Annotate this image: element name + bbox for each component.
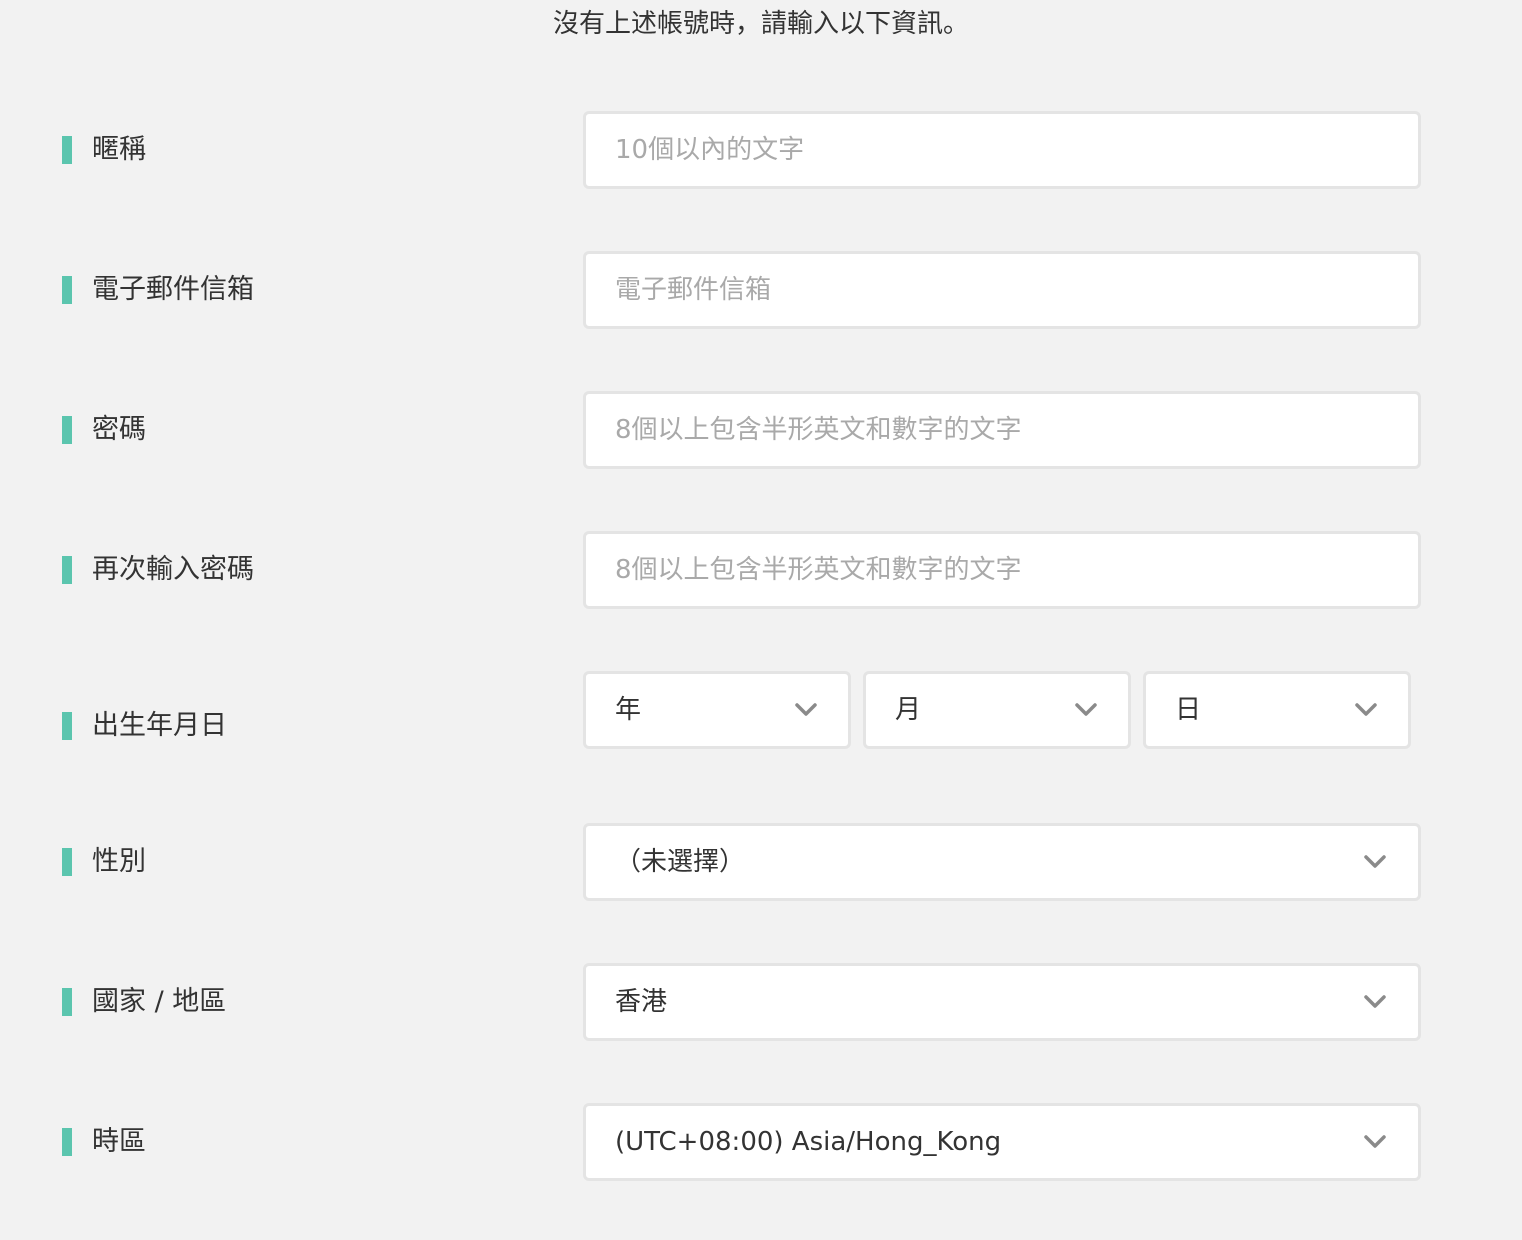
timezone-label: 時區 — [62, 1128, 146, 1156]
chevron-down-icon — [1354, 698, 1378, 722]
password-confirm-field-wrapper — [583, 531, 1421, 609]
country-value: 香港 — [615, 987, 668, 1017]
chevron-down-icon — [794, 698, 818, 722]
birth-year-select[interactable]: 年 — [583, 671, 851, 749]
country-label: 國家 / 地區 — [62, 988, 226, 1016]
password-input[interactable] — [586, 394, 1418, 466]
birth-month-value: 月 — [895, 695, 922, 725]
password-confirm-input[interactable] — [586, 534, 1418, 606]
timezone-select[interactable]: (UTC+08:00) Asia/Hong_Kong — [583, 1103, 1421, 1181]
gender-select[interactable]: （未選擇） — [583, 823, 1421, 901]
chevron-down-icon — [1363, 1130, 1387, 1154]
nickname-input[interactable] — [586, 114, 1418, 186]
nickname-label: 暱稱 — [62, 136, 146, 164]
birth-year-value: 年 — [615, 695, 642, 725]
password-field-wrapper — [583, 391, 1421, 469]
birth-day-select[interactable]: 日 — [1143, 671, 1411, 749]
email-field-wrapper — [583, 251, 1421, 329]
nickname-field-wrapper — [583, 111, 1421, 189]
birth-month-select[interactable]: 月 — [863, 671, 1131, 749]
birth-day-value: 日 — [1175, 695, 1202, 725]
password-confirm-label: 再次輸入密碼 — [62, 556, 254, 584]
chevron-down-icon — [1363, 850, 1387, 874]
birthday-label: 出生年月日 — [62, 712, 227, 740]
registration-form: 沒有上述帳號時，請輸入以下資訊。 暱稱 電子郵件信箱 密碼 再次輸入密碼 出生年… — [0, 0, 1522, 1240]
gender-value: （未選擇） — [615, 847, 746, 877]
password-label: 密碼 — [62, 416, 146, 444]
timezone-value: (UTC+08:00) Asia/Hong_Kong — [615, 1127, 1002, 1157]
country-select[interactable]: 香港 — [583, 963, 1421, 1041]
chevron-down-icon — [1363, 990, 1387, 1014]
email-label: 電子郵件信箱 — [62, 276, 254, 304]
gender-label: 性別 — [62, 848, 146, 876]
email-input[interactable] — [586, 254, 1418, 326]
intro-text: 沒有上述帳號時，請輸入以下資訊。 — [552, 9, 969, 39]
chevron-down-icon — [1074, 698, 1098, 722]
